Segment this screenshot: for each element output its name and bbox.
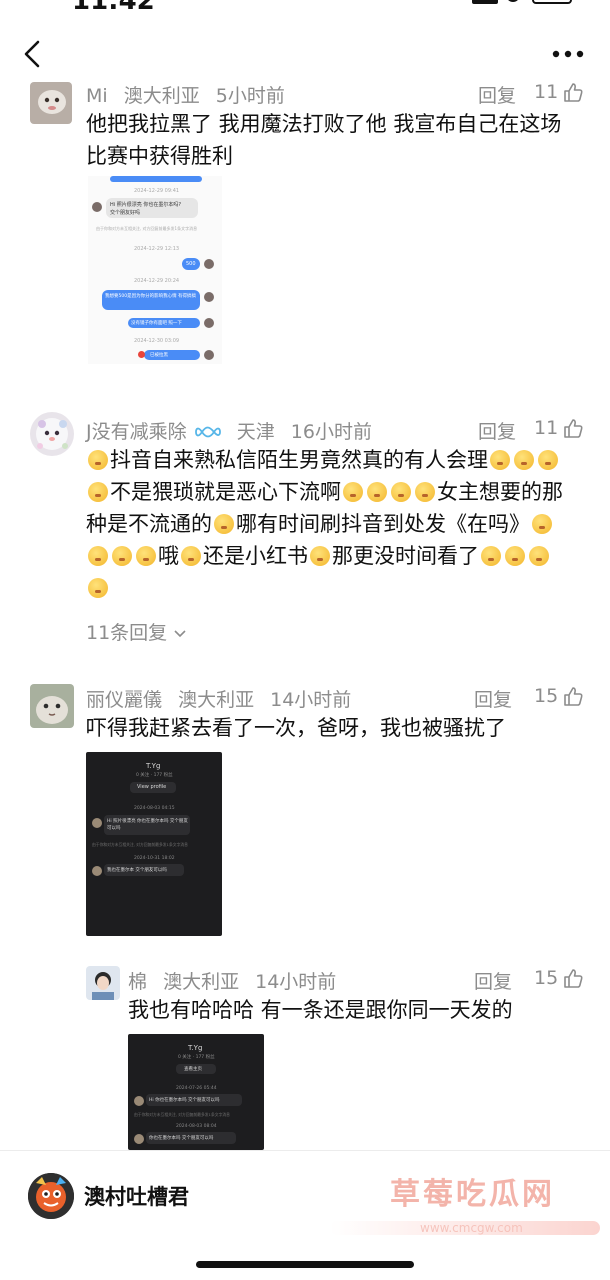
comment-author[interactable]: Mi — [86, 85, 108, 107]
chat-avatar — [204, 318, 214, 328]
battery-icon — [532, 0, 572, 4]
chevron-down-icon — [174, 630, 186, 638]
account-name[interactable]: 澳村吐槽君 — [84, 1181, 189, 1211]
comment-screenshot[interactable]: T.Yg 0 关注 · 177 粉丝 查看主页 2024-07-26 05:44… — [128, 1034, 264, 1150]
like-button[interactable]: 11 — [534, 81, 584, 103]
chat-avatar — [204, 259, 214, 269]
kissing-emoji-icon — [112, 546, 132, 566]
comment-location: 澳大利亚 — [123, 85, 200, 107]
reply-button[interactable]: 回复 — [478, 81, 516, 108]
like-button[interactable]: 15 — [534, 685, 584, 707]
kissing-emoji-icon — [514, 450, 534, 470]
kissing-emoji-icon — [367, 482, 387, 502]
kissing-emoji-icon — [181, 546, 201, 566]
comment-author[interactable]: 棉 — [128, 971, 147, 993]
kissing-emoji-icon — [415, 482, 435, 502]
comment-text: 吓得我赶紧去看了一次，爸呀，我也被骚扰了 — [86, 716, 506, 740]
ellipsis-icon — [552, 50, 584, 58]
comment-item: J没有减乘除 天津 16小时前 回复 11 抖音自来熟私信陌生男竟然真的有人会理… — [0, 410, 610, 650]
status-time: 11:42 — [72, 0, 155, 16]
comment-screenshot[interactable]: T.Yg 0 关注 · 177 粉丝 View profile 2024-08-… — [86, 752, 222, 936]
comment-location: 澳大利亚 — [163, 971, 240, 993]
kissing-emoji-icon — [529, 546, 549, 566]
reply-item: 棉 澳大利亚 14小时前 回复 15 我也有哈哈哈 有一条还是跟你同一天发的 T… — [0, 960, 610, 1160]
kissing-emoji-icon — [391, 482, 411, 502]
comment-item: 丽仪麗儀 澳大利亚 14小时前 回复 15 吓得我赶紧去看了一次，爸呀，我也被骚… — [0, 682, 610, 942]
like-count: 11 — [534, 81, 559, 103]
thumbs-up-icon — [564, 687, 583, 706]
status-bar: 11:42 — [0, 0, 610, 20]
chevron-left-icon — [24, 40, 40, 68]
like-button[interactable]: 15 — [534, 967, 584, 989]
comment-meta: J没有减乘除 天津 16小时前 — [86, 417, 372, 444]
avatar[interactable] — [30, 684, 74, 728]
kissing-emoji-icon — [88, 546, 108, 566]
chat-avatar — [92, 866, 102, 876]
error-icon — [138, 351, 145, 358]
kissing-emoji-icon — [214, 514, 234, 534]
watermark: 草莓吃瓜网 — [390, 1177, 555, 1212]
like-count: 15 — [534, 967, 559, 989]
thumbs-up-icon — [564, 969, 583, 988]
kissing-emoji-icon — [88, 482, 108, 502]
reply-button[interactable]: 回复 — [478, 417, 516, 444]
comment-location: 澳大利亚 — [178, 689, 255, 711]
kissing-emoji-icon — [481, 546, 501, 566]
kissing-emoji-icon — [343, 482, 363, 502]
comment-meta: 棉 澳大利亚 14小时前 — [128, 967, 336, 994]
comment-time: 5小时前 — [215, 85, 285, 107]
kissing-emoji-icon — [532, 514, 552, 534]
like-count: 15 — [534, 685, 559, 707]
infinity-icon — [194, 426, 221, 438]
account-avatar[interactable] — [28, 1173, 74, 1219]
back-button[interactable] — [14, 34, 54, 74]
comment-time: 16小时前 — [290, 421, 372, 443]
kissing-emoji-icon — [490, 450, 510, 470]
like-button[interactable]: 11 — [534, 417, 584, 439]
chat-avatar — [92, 202, 102, 212]
reply-button[interactable]: 回复 — [474, 967, 512, 994]
home-indicator — [196, 1261, 414, 1268]
chat-avatar — [204, 292, 214, 302]
comment-meta: 丽仪麗儀 澳大利亚 14小时前 — [86, 685, 351, 712]
chat-avatar — [204, 350, 214, 360]
comment-author[interactable]: 丽仪麗儀 — [86, 689, 162, 711]
avatar[interactable] — [30, 412, 74, 456]
comment-author[interactable]: J没有减乘除 — [86, 421, 187, 443]
comment-time: 14小时前 — [270, 689, 352, 711]
thumbs-up-icon — [564, 83, 583, 102]
kissing-emoji-icon — [136, 546, 156, 566]
comment-time: 14小时前 — [255, 971, 337, 993]
comment-location: 天津 — [236, 421, 275, 443]
kissing-emoji-icon — [538, 450, 558, 470]
bottom-bar: 澳村吐槽君 草莓吃瓜网 www.cmcgw.com — [0, 1150, 610, 1280]
signal-icon — [472, 0, 498, 4]
comment-item: Mi 澳大利亚 5小时前 回复 11 他把我拉黑了 我用魔法打败了他 我宣布自己… — [0, 80, 610, 380]
watermark-url: www.cmcgw.com — [420, 1221, 523, 1235]
status-icons — [420, 0, 580, 8]
thumbs-up-icon — [564, 419, 583, 438]
comment-text: 我也有哈哈哈 有一条还是跟你同一天发的 — [128, 998, 513, 1022]
comment-text: 他把我拉黑了 我用魔法打败了他 我宣布自己在这场 比赛中获得胜利 — [86, 112, 562, 168]
unamused-emoji-icon — [88, 450, 108, 470]
reply-button[interactable]: 回复 — [474, 685, 512, 712]
more-button[interactable] — [548, 36, 588, 72]
avatar[interactable] — [30, 82, 72, 124]
chat-avatar — [134, 1096, 144, 1106]
kissing-emoji-icon — [310, 546, 330, 566]
chat-avatar — [92, 818, 102, 828]
wifi-icon — [506, 0, 520, 2]
kissing-emoji-icon — [505, 546, 525, 566]
comment-meta: Mi 澳大利亚 5小时前 — [86, 81, 285, 108]
comment-text: 抖音自来熟私信陌生男竟然真的有人会理 不是猥琐就是恶心下流啊 女主想要的那 种是不… — [86, 444, 586, 604]
chat-avatar — [134, 1134, 144, 1144]
avatar[interactable] — [86, 966, 120, 1000]
chat-bubble — [110, 176, 202, 182]
like-count: 11 — [534, 417, 559, 439]
comment-screenshot[interactable]: 2024-12-29 09:41 Hi 照片很漂亮 你也在墨尔本吗? 交个朋友好… — [88, 176, 222, 364]
expand-replies-button[interactable]: 11条回复 — [86, 618, 187, 645]
kissing-emoji-icon — [88, 578, 108, 598]
nav-bar — [0, 28, 610, 82]
